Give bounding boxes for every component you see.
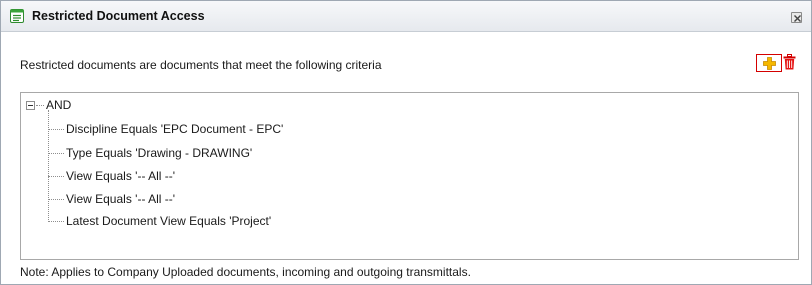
tree-item[interactable]: View Equals '-- All --' [48,168,788,184]
criteria-intro-text: Restricted documents are documents that … [20,58,382,72]
collapse-toggle-icon[interactable] [26,101,35,110]
tree-item-label: View Equals '-- All --' [66,192,176,206]
plus-icon [763,57,776,70]
note-text: Note: Applies to Company Uploaded docume… [20,265,471,279]
tree-root-and[interactable]: AND [46,98,71,112]
tree-item-label: View Equals '-- All --' [66,169,176,183]
close-button[interactable] [791,12,802,23]
criteria-tree: AND Discipline Equals 'EPC Document - EP… [20,92,799,260]
tree-item-label: Latest Document View Equals 'Project' [66,214,272,228]
tree-connector [48,199,64,200]
tree-item-label: Discipline Equals 'EPC Document - EPC' [66,122,284,136]
dialog-titlebar: Restricted Document Access [1,1,811,32]
tree-item[interactable]: View Equals '-- All --' [48,191,788,207]
dialog-title: Restricted Document Access [32,9,205,23]
trash-icon [783,54,796,70]
tree-item[interactable]: Latest Document View Equals 'Project' [48,213,788,229]
tree-connector [48,129,64,130]
tree-item[interactable]: Discipline Equals 'EPC Document - EPC' [48,121,788,137]
tree-connector [48,176,64,177]
tree-connector [48,153,64,154]
close-icon [794,15,801,22]
add-criteria-button[interactable] [756,54,782,72]
dialog-content: Restricted documents are documents that … [8,34,805,285]
delete-criteria-button[interactable] [783,54,797,72]
form-icon [10,9,24,23]
restricted-document-access-dialog: Restricted Document Access Restricted do… [0,0,812,285]
tree-item[interactable]: Type Equals 'Drawing - DRAWING' [48,145,788,161]
tree-item-label: Type Equals 'Drawing - DRAWING' [66,146,253,160]
tree-connector [36,105,44,106]
tree-connector [48,221,64,222]
